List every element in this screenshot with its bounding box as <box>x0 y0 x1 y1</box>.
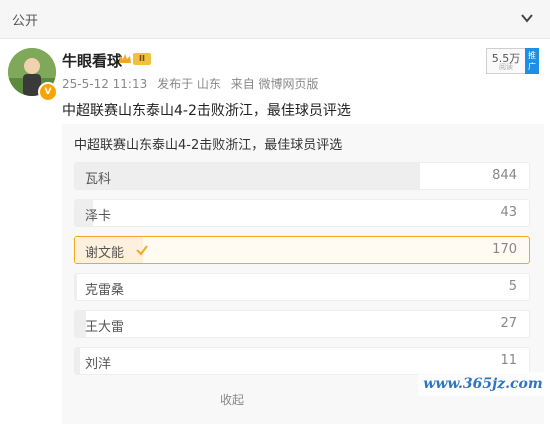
poll-option-count: 170 <box>492 242 517 257</box>
poll-option-selected[interactable]: 谢文能 170 <box>74 236 530 264</box>
poll-option-label: 克雷桑 <box>85 283 125 298</box>
poll-option-count: 43 <box>500 205 517 220</box>
poll-option[interactable]: 泽卡 43 <box>74 199 530 227</box>
post-text: 中超联赛山东泰山4-2击败浙江，最佳球员评选 <box>62 103 351 119</box>
source: 来自 微博网页版 <box>230 77 319 91</box>
poll-option-label: 谢文能 <box>85 246 125 261</box>
poll-option-label: 瓦科 <box>85 172 112 187</box>
poll-option[interactable]: 瓦科 844 <box>74 162 530 190</box>
promote-button[interactable]: 推广 <box>525 48 539 74</box>
chevron-down-icon[interactable] <box>518 9 536 27</box>
username[interactable]: 牛眼看球 <box>62 50 122 71</box>
poll-title: 中超联赛山东泰山4-2击败浙江，最佳球员评选 <box>74 138 343 153</box>
poll-option[interactable]: 克雷桑 5 <box>74 273 530 301</box>
poll-option[interactable]: 刘洋 11 <box>74 347 530 375</box>
poll-option-label: 刘洋 <box>85 357 112 372</box>
poll-option-count: 27 <box>500 316 517 331</box>
poll-option-label: 王大雷 <box>85 320 125 335</box>
promo-widget[interactable]: 5.5万 阅读 推广 <box>486 48 540 74</box>
poll-option-fill <box>75 274 78 300</box>
visibility-label[interactable]: 公开 <box>12 10 38 29</box>
read-count-label: 阅读 <box>499 63 513 71</box>
poll-option-fill <box>75 348 80 374</box>
poll-option-count: 11 <box>500 353 517 368</box>
check-icon <box>136 245 148 256</box>
watermark: www.365jz.com <box>418 372 548 396</box>
verified-icon: V <box>38 82 58 102</box>
poll-option[interactable]: 王大雷 27 <box>74 310 530 338</box>
poll-option-count: 844 <box>492 168 517 183</box>
timestamp[interactable]: 25-5-12 11:13 <box>62 77 147 91</box>
post-meta: 25-5-12 11:13 发布于 山东 来自 微博网页版 <box>62 75 325 92</box>
top-bar: 公开 <box>0 0 550 39</box>
crown-icon <box>119 54 131 63</box>
poll-option-count: 5 <box>508 279 517 294</box>
level-badge: II <box>133 53 151 65</box>
poll-option-fill <box>75 163 421 189</box>
poll-option-label: 泽卡 <box>85 209 112 224</box>
read-count-box: 5.5万 阅读 <box>486 48 526 74</box>
location: 发布于 山东 <box>157 77 221 91</box>
